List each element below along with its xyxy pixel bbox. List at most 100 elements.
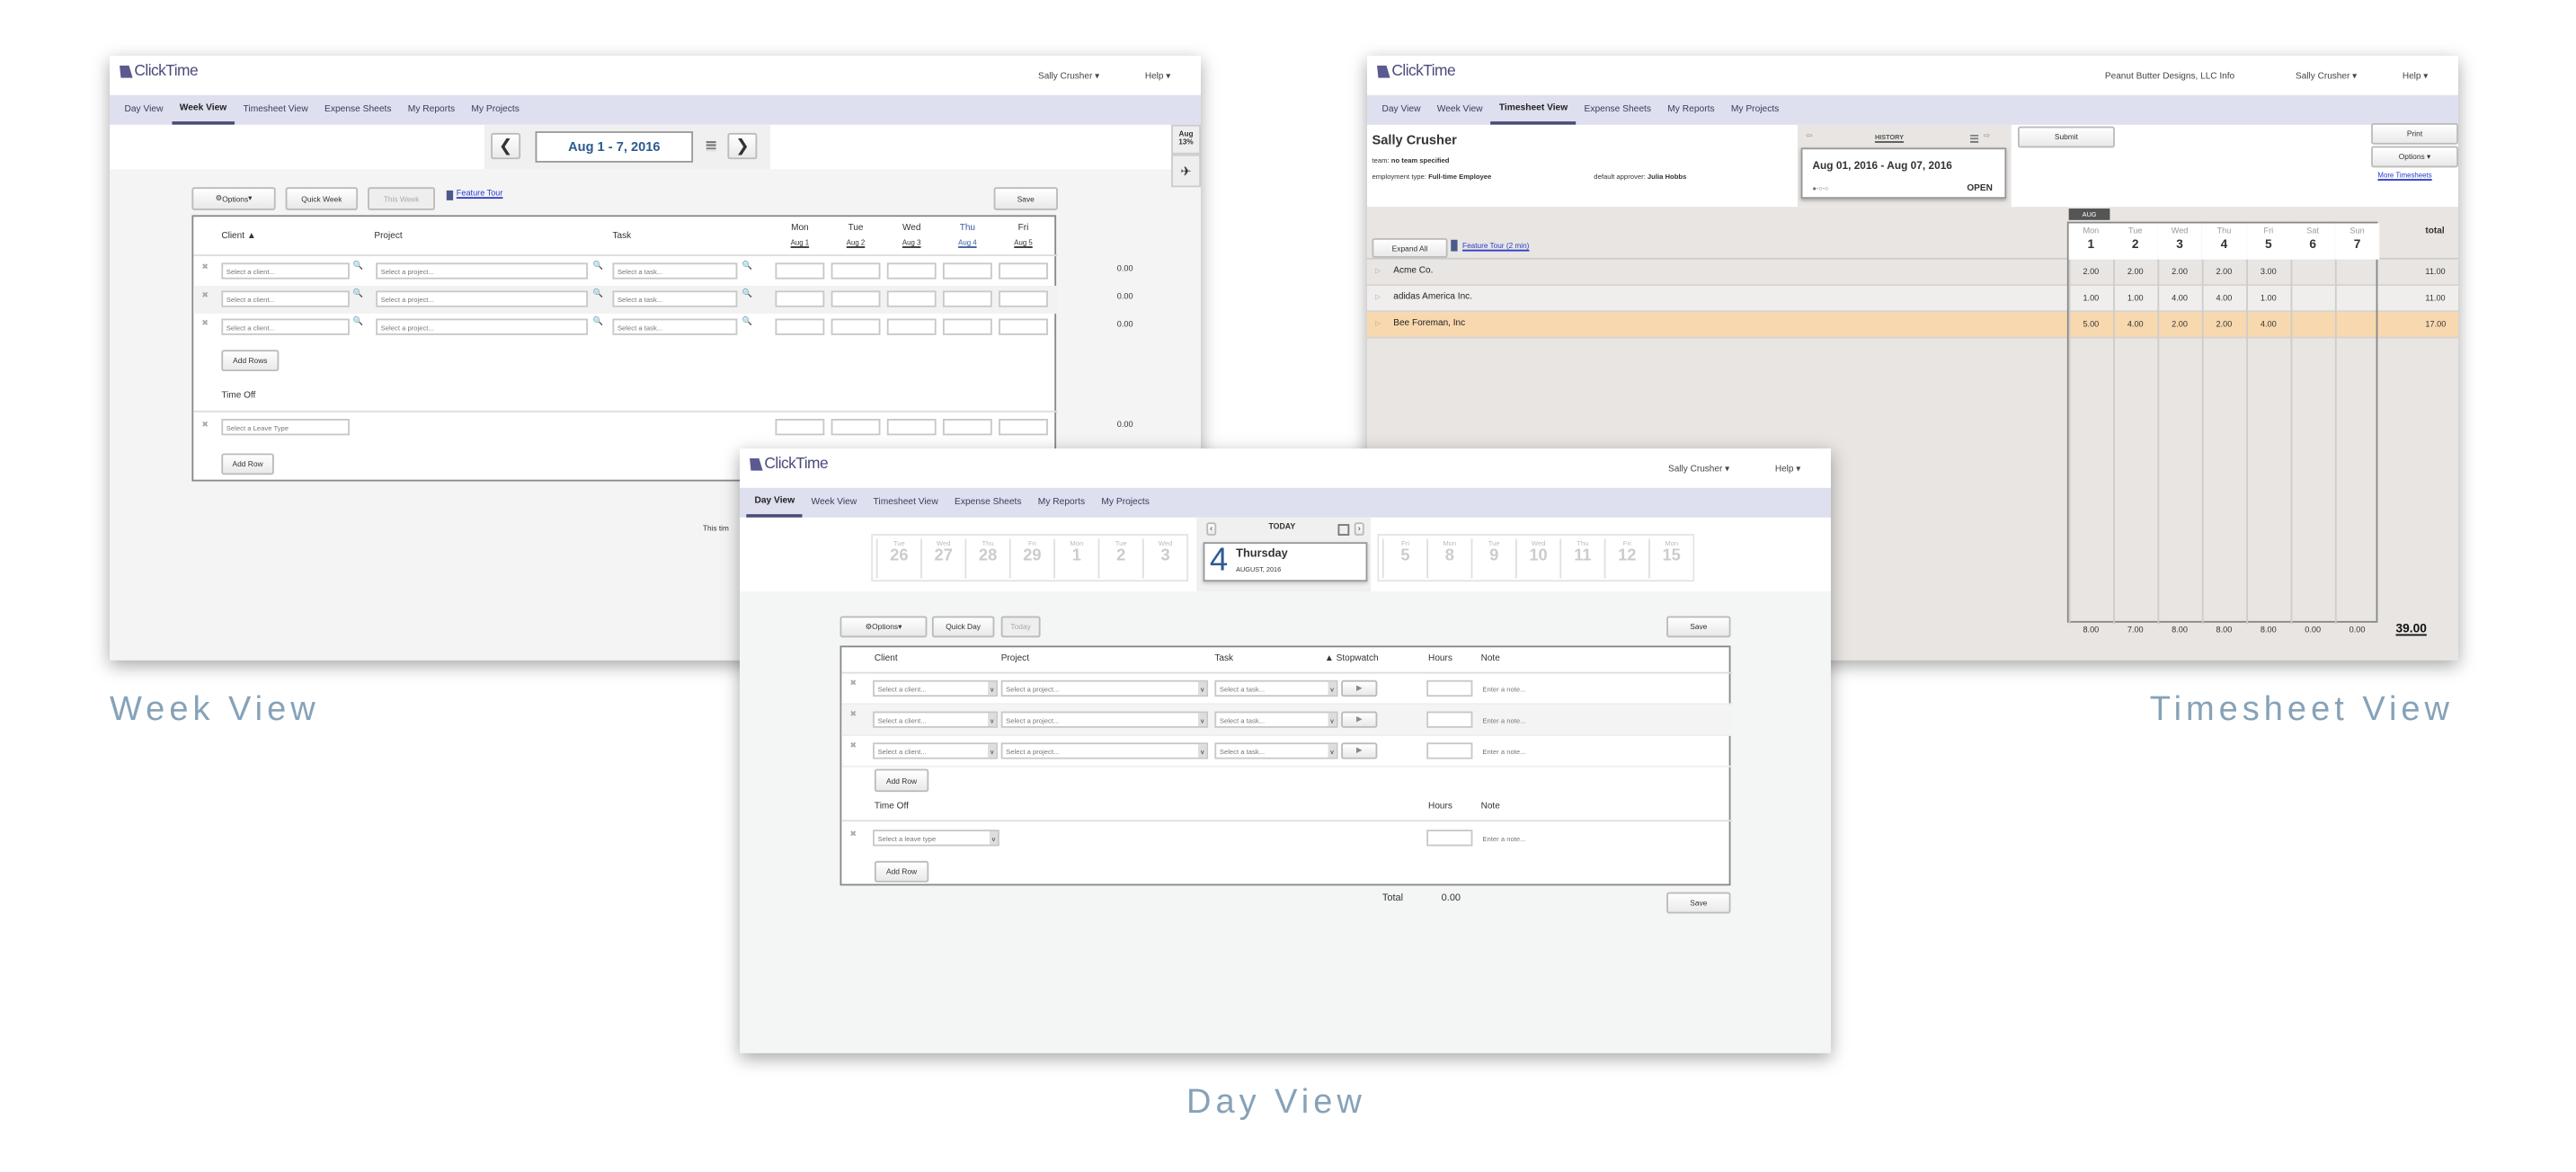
history-prev-arrow[interactable]: ⇦ (1806, 131, 1813, 141)
expand-all-button[interactable]: Expand All (1372, 237, 1448, 258)
hours-input[interactable] (775, 318, 825, 335)
time-off-plane-icon[interactable]: ✈ (1171, 154, 1201, 188)
remove-row-icon[interactable]: ✖ (201, 319, 209, 329)
add-row-button[interactable]: Add Row (874, 768, 929, 793)
remove-row-icon[interactable]: ✖ (849, 710, 857, 720)
day-date-link[interactable]: Aug 5 (999, 238, 1048, 246)
day-cell[interactable]: Thu 11 (1559, 538, 1603, 579)
tab-day-view[interactable]: Day View (1373, 95, 1428, 125)
client-search-icon[interactable]: 🔍 (353, 262, 363, 271)
tab-my-projects[interactable]: My Projects (1723, 95, 1788, 125)
task-select[interactable]: Select a task... (1214, 711, 1338, 728)
remove-row-icon[interactable]: ✖ (201, 262, 209, 272)
prev-day-button[interactable]: ‹ (1206, 522, 1217, 536)
today-button[interactable]: Today (1000, 616, 1041, 638)
this-week-button[interactable]: This Week (368, 187, 436, 210)
hours-input[interactable] (942, 262, 992, 280)
remove-leave-icon[interactable]: ✖ (849, 830, 857, 839)
day-cell[interactable]: Wed 3 (1141, 538, 1186, 579)
leave-hours-input[interactable] (942, 419, 992, 436)
today-link[interactable]: TODAY (1232, 524, 1331, 532)
tab-my-reports[interactable]: My Reports (1659, 95, 1723, 125)
hours-input[interactable] (942, 318, 992, 335)
tab-day-view[interactable]: Day View (116, 95, 171, 125)
hours-input[interactable] (999, 318, 1048, 335)
tab-my-reports[interactable]: My Reports (1030, 488, 1094, 518)
save-button-top[interactable]: Save (1666, 616, 1731, 638)
day-cell[interactable]: Mon 1 (1053, 538, 1097, 579)
stopwatch-play-button[interactable]: ▶ (1341, 679, 1378, 697)
more-timesheets-link[interactable]: More Timesheets (2377, 171, 2431, 179)
remove-row-icon[interactable]: ✖ (849, 679, 857, 688)
tab-timesheet-view[interactable]: Timesheet View (865, 488, 946, 518)
company-info-link[interactable]: Peanut Butter Designs, LLC Info (2105, 72, 2234, 82)
next-week-button[interactable]: ❯ (727, 132, 758, 160)
options-button[interactable]: ⚙ Options ▾ (191, 187, 276, 210)
options-button[interactable]: Options ▾ (2371, 146, 2458, 168)
day-cell[interactable]: Fri 5 (1381, 538, 1426, 579)
task-select[interactable]: Select a task... (1214, 742, 1338, 759)
project-search-icon[interactable]: 🔍 (593, 317, 603, 327)
project-select[interactable]: Select a project... (1000, 742, 1209, 759)
clicktime-logo[interactable]: ClickTime (1376, 62, 1456, 80)
quick-day-button[interactable]: Quick Day (931, 616, 995, 638)
day-date-link[interactable]: Aug 1 (775, 238, 824, 246)
client-input[interactable]: Select a client... (221, 262, 350, 280)
expand-row-icon[interactable]: ▷ (1375, 319, 1381, 327)
next-day-button[interactable]: › (1354, 522, 1364, 536)
help-menu[interactable]: Help ▾ (1145, 72, 1171, 82)
user-menu[interactable]: Sally Crusher ▾ (1038, 72, 1099, 82)
stopwatch-play-button[interactable]: ▶ (1341, 742, 1378, 759)
task-select[interactable]: Select a task... (1214, 679, 1338, 697)
hours-input[interactable] (886, 262, 937, 280)
client-select[interactable]: Select a client... (873, 742, 999, 759)
leave-type-select[interactable]: Select a leave type (873, 830, 999, 847)
client-select[interactable]: Select a client... (873, 679, 999, 697)
add-leave-row-button[interactable]: Add Row (874, 860, 929, 883)
column-client[interactable]: Client ▲ (221, 232, 255, 242)
day-cell[interactable]: Wed 27 (920, 538, 964, 579)
tab-day-view[interactable]: Day View (746, 488, 804, 518)
leave-hours-input[interactable] (831, 419, 881, 436)
tab-week-view[interactable]: Week View (171, 95, 235, 125)
project-select[interactable]: Select a project... (1000, 679, 1209, 697)
quick-week-button[interactable]: Quick Week (285, 187, 359, 210)
tab-timesheet-view[interactable]: Timesheet View (235, 95, 315, 125)
day-cell[interactable]: Mon 15 (1648, 538, 1692, 579)
tab-week-view[interactable]: Week View (803, 488, 865, 518)
week-range-display[interactable]: Aug 1 - 7, 2016 (535, 131, 694, 163)
expand-row-icon[interactable]: ▷ (1375, 292, 1381, 300)
add-row-button[interactable]: Add Row (221, 453, 274, 475)
calendar-icon[interactable] (1969, 134, 1979, 143)
hours-input[interactable] (999, 290, 1048, 307)
tab-week-view[interactable]: Week View (1429, 95, 1491, 125)
tab-my-projects[interactable]: My Projects (463, 95, 528, 125)
hours-input[interactable] (886, 290, 937, 307)
hours-input[interactable] (831, 290, 881, 307)
project-input[interactable]: Select a project... (376, 290, 589, 307)
tab-my-reports[interactable]: My Reports (400, 95, 464, 125)
hours-input[interactable] (831, 318, 881, 335)
monthly-progress-tab[interactable]: Aug 13% (1171, 124, 1201, 155)
history-link[interactable]: HISTORY (1875, 133, 1904, 141)
leave-hours-input[interactable] (886, 419, 937, 436)
day-cell[interactable]: Tue 26 (875, 538, 920, 579)
hours-input[interactable] (999, 262, 1048, 280)
tab-expense-sheets[interactable]: Expense Sheets (1576, 95, 1659, 125)
note-input[interactable]: Enter a note... (1479, 742, 1676, 759)
column-stopwatch[interactable]: ▲ Stopwatch (1325, 654, 1379, 664)
hours-input[interactable] (775, 290, 825, 307)
project-select[interactable]: Select a project... (1000, 711, 1209, 728)
save-button[interactable]: Save (993, 187, 1058, 210)
project-search-icon[interactable]: 🔍 (593, 289, 603, 299)
day-date-link[interactable]: Aug 3 (887, 238, 937, 246)
remove-leave-icon[interactable]: ✖ (201, 421, 209, 431)
client-select[interactable]: Select a client... (873, 711, 999, 728)
remove-row-icon[interactable]: ✖ (201, 290, 209, 300)
hours-input[interactable] (775, 262, 825, 280)
feature-tour-link[interactable]: Feature Tour (457, 189, 503, 199)
user-menu[interactable]: Sally Crusher ▾ (2296, 72, 2357, 82)
user-menu[interactable]: Sally Crusher ▾ (1668, 465, 1729, 475)
task-search-icon[interactable]: 🔍 (742, 289, 752, 299)
project-search-icon[interactable]: 🔍 (593, 262, 603, 271)
